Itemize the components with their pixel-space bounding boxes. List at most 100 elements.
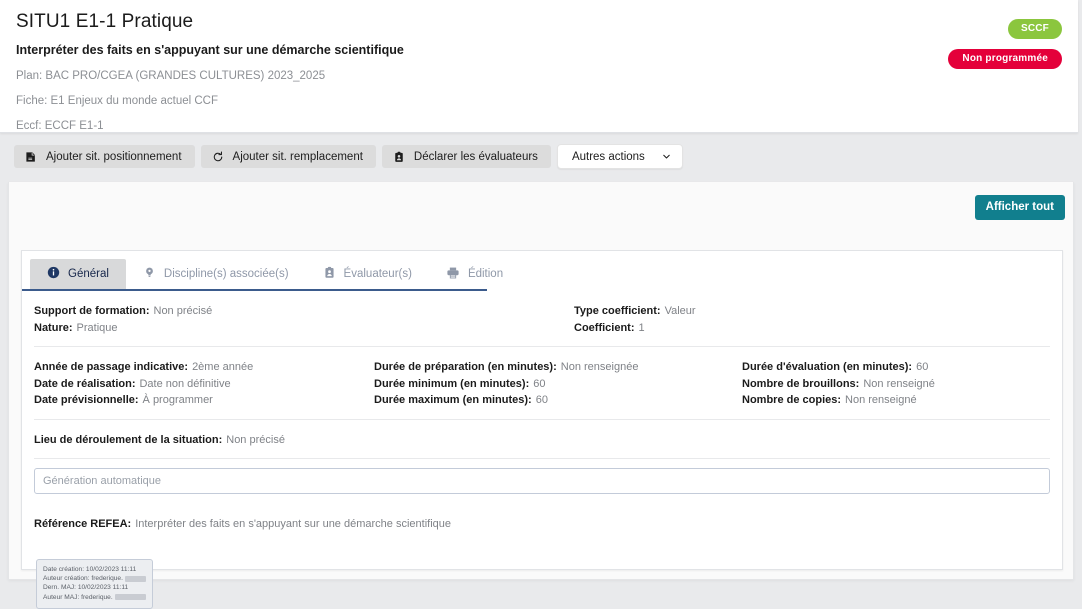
lightbulb-icon bbox=[143, 266, 156, 282]
field-reference-refea-label: Référence REFEA: bbox=[34, 518, 131, 530]
add-replacement-situation-button[interactable]: Ajouter sit. remplacement bbox=[201, 145, 376, 168]
add-positioning-situation-button[interactable]: Ajouter sit. positionnement bbox=[14, 145, 195, 168]
info-col-support: Support de formation: Non précisé Nature:… bbox=[34, 303, 574, 336]
tab-edition[interactable]: Édition bbox=[429, 259, 520, 289]
metadata-auteur-maj-value: frederique. bbox=[81, 593, 113, 602]
field-duree-maximum-label: Durée maximum (en minutes): bbox=[374, 394, 532, 406]
metadata-auteur-creation-redaction bbox=[125, 576, 146, 582]
field-lieu-deroulement-label: Lieu de déroulement de la situation: bbox=[34, 434, 222, 446]
field-duree-minimum: Durée minimum (en minutes):60 bbox=[374, 376, 742, 393]
field-coefficient-label: Coefficient: bbox=[574, 322, 635, 334]
field-date-previsionnelle-value: À programmer bbox=[143, 394, 213, 406]
field-lieu-deroulement: Lieu de déroulement de la situation: Non … bbox=[34, 432, 1050, 449]
field-date-realisation-value: Date non définitive bbox=[139, 378, 230, 390]
status-badge-sccf: SCCF bbox=[1008, 19, 1062, 39]
metadata-date-creation-label: Date création: bbox=[43, 565, 84, 574]
field-annee-passage-label: Année de passage indicative: bbox=[34, 361, 188, 373]
tab-general[interactable]: Général bbox=[30, 259, 126, 289]
field-duree-evaluation-label: Durée d'évaluation (en minutes): bbox=[742, 361, 912, 373]
info-row-support: Support de formation: Non précisé Nature:… bbox=[34, 291, 1050, 346]
show-all-button[interactable]: Afficher tout bbox=[975, 195, 1065, 220]
info-col-evaluation: Durée d'évaluation (en minutes): 60 Nombr… bbox=[742, 359, 1062, 409]
info-row-refea: Référence REFEA: Interpréter des faits en… bbox=[34, 504, 1050, 543]
metadata-derniere-maj-label: Dern. MAJ: bbox=[43, 583, 76, 592]
field-duree-preparation-value: Non renseignée bbox=[561, 361, 639, 373]
field-type-coefficient-label: Type coefficient: bbox=[574, 305, 661, 317]
meta-fiche: Fiche: E1 Enjeux du monde actuel CCF bbox=[16, 94, 1062, 109]
field-coefficient-value: 1 bbox=[639, 322, 645, 334]
info-icon bbox=[47, 266, 60, 282]
record-metadata-box: Date création: 10/02/2023 11:11 Auteur c… bbox=[36, 559, 153, 609]
field-reference-refea: Référence REFEA: Interpréter des faits en… bbox=[34, 516, 1050, 533]
tab-evaluators[interactable]: Évaluateur(s) bbox=[306, 259, 429, 289]
metadata-auteur-maj-redaction bbox=[115, 594, 146, 600]
generation-automatique-input[interactable] bbox=[34, 468, 1050, 494]
info-col-coefficient: Type coefficient: Valeur Coefficient: 1 bbox=[574, 303, 944, 336]
field-type-coefficient: Type coefficient: Valeur bbox=[574, 303, 944, 320]
tab-general-label: Général bbox=[68, 268, 109, 280]
tab-disciplines[interactable]: Discipline(s) associée(s) bbox=[126, 259, 306, 289]
field-nombre-brouillons: Nombre de brouillons:Non renseigné bbox=[742, 376, 1062, 393]
chevron-down-icon bbox=[661, 151, 672, 162]
metadata-date-creation: Date création: 10/02/2023 11:11 bbox=[43, 565, 146, 574]
metadata-auteur-creation-label: Auteur création: bbox=[43, 574, 90, 583]
field-duree-maximum-value: 60 bbox=[536, 394, 548, 406]
field-type-coefficient-value: Valeur bbox=[665, 305, 696, 317]
field-support-de-formation: Support de formation: Non précisé bbox=[34, 303, 574, 320]
status-badge-programmation: Non programmée bbox=[948, 49, 1062, 69]
tab-disciplines-label: Discipline(s) associée(s) bbox=[164, 268, 289, 280]
page-header-card: SITU1 E1-1 Pratique Interpréter des fait… bbox=[0, 0, 1078, 133]
meta-eccf: Eccf: ECCF E1-1 bbox=[16, 119, 1062, 134]
metadata-derniere-maj: Dern. MAJ: 10/02/2023 11:11 bbox=[43, 583, 146, 592]
field-date-realisation: Date de réalisation: Date non définitive bbox=[34, 376, 374, 393]
field-duree-evaluation-value: 60 bbox=[916, 361, 928, 373]
metadata-date-creation-value: 10/02/2023 11:11 bbox=[86, 565, 136, 574]
metadata-auteur-maj: Auteur MAJ: frederique. bbox=[43, 593, 146, 602]
field-nombre-brouillons-label: Nombre de brouillons: bbox=[742, 378, 859, 390]
general-info-card: Général Discipline(s) associée(s) bbox=[21, 250, 1063, 570]
show-all-row: Afficher tout bbox=[975, 195, 1065, 220]
info-col-preparation: Durée de préparation (en minutes): Non re… bbox=[374, 359, 742, 409]
page-subtitle: Interpréter des faits en s'appuyant sur … bbox=[16, 43, 1062, 58]
field-annee-passage: Année de passage indicative: 2ème année bbox=[34, 359, 374, 376]
field-nombre-copies: Nombre de copies: Non renseigné bbox=[742, 392, 1062, 409]
field-reference-refea-value: Interpréter des faits en s'appuyant sur … bbox=[135, 518, 451, 530]
field-nature-label: Nature: bbox=[34, 322, 73, 334]
badge-group: SCCF Non programmée bbox=[948, 18, 1062, 69]
metadata-derniere-maj-value: 10/02/2023 11:11 bbox=[78, 583, 128, 592]
declare-evaluators-label: Déclarer les évaluateurs bbox=[414, 151, 538, 163]
detail-panel: Afficher tout Général bbox=[8, 182, 1074, 580]
metadata-auteur-maj-label: Auteur MAJ: bbox=[43, 593, 79, 602]
declare-evaluators-button[interactable]: Déclarer les évaluateurs bbox=[382, 145, 551, 168]
info-row-lieu: Lieu de déroulement de la situation: Non … bbox=[34, 419, 1050, 459]
field-support-de-formation-value: Non précisé bbox=[154, 305, 213, 317]
action-toolbar: Ajouter sit. positionnement Ajouter sit.… bbox=[0, 140, 1078, 173]
other-actions-label: Autres actions bbox=[572, 151, 645, 163]
info-row-durations: Année de passage indicative: 2ème année D… bbox=[34, 346, 1050, 419]
field-nombre-copies-value: Non renseigné bbox=[845, 394, 917, 406]
printer-icon bbox=[446, 266, 460, 283]
other-actions-dropdown[interactable]: Autres actions bbox=[557, 144, 683, 169]
field-date-realisation-label: Date de réalisation: bbox=[34, 378, 135, 390]
field-nature: Nature: Pratique bbox=[34, 320, 574, 337]
field-nombre-copies-label: Nombre de copies: bbox=[742, 394, 841, 406]
refresh-icon bbox=[212, 151, 224, 163]
tab-edition-label: Édition bbox=[468, 268, 503, 280]
clipboard-person-icon bbox=[393, 151, 405, 163]
metadata-auteur-creation-value: frederique. bbox=[91, 574, 123, 583]
field-duree-maximum: Durée maximum (en minutes): 60 bbox=[374, 392, 742, 409]
field-coefficient: Coefficient: 1 bbox=[574, 320, 944, 337]
field-date-previsionnelle-label: Date prévisionnelle: bbox=[34, 394, 139, 406]
info-col-dates: Année de passage indicative: 2ème année D… bbox=[34, 359, 374, 409]
general-content: Support de formation: Non précisé Nature:… bbox=[22, 291, 1062, 609]
add-position-icon bbox=[25, 151, 37, 163]
field-nature-value: Pratique bbox=[77, 322, 118, 334]
field-support-de-formation-label: Support de formation: bbox=[34, 305, 150, 317]
add-replacement-situation-label: Ajouter sit. remplacement bbox=[233, 151, 363, 163]
field-lieu-deroulement-value: Non précisé bbox=[226, 434, 285, 446]
field-duree-preparation-label: Durée de préparation (en minutes): bbox=[374, 361, 557, 373]
field-duree-preparation: Durée de préparation (en minutes): Non re… bbox=[374, 359, 742, 376]
field-annee-passage-value: 2ème année bbox=[192, 361, 253, 373]
meta-plan: Plan: BAC PRO/CGEA (GRANDES CULTURES) 20… bbox=[16, 69, 1062, 84]
tab-bar: Général Discipline(s) associée(s) bbox=[22, 251, 487, 291]
